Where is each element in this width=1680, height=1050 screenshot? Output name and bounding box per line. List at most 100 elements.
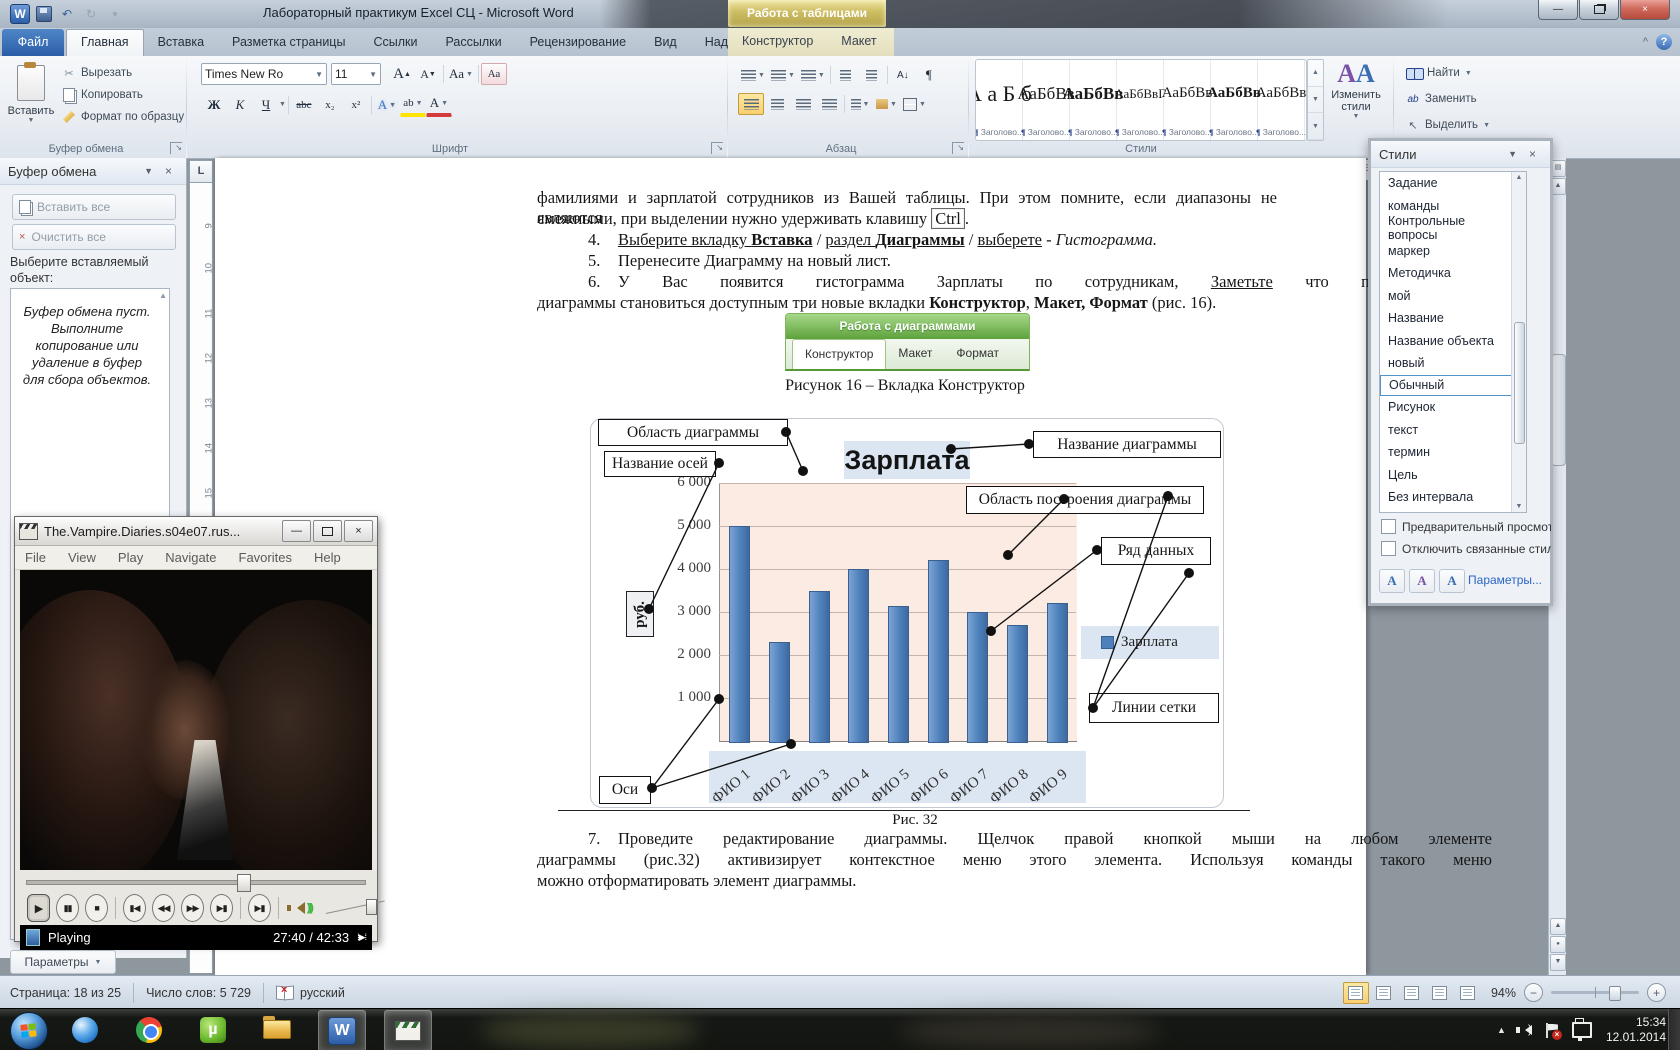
select-browse-object-button[interactable]: ● xyxy=(1550,936,1566,953)
borders-button[interactable]: ▼ xyxy=(900,93,929,115)
next-page-button[interactable]: ▼ xyxy=(1550,954,1566,971)
web-layout-view-button[interactable] xyxy=(1399,982,1425,1004)
next-button[interactable]: ▶▮ xyxy=(210,894,234,922)
previous-page-button[interactable]: ▲ xyxy=(1550,918,1566,935)
tab-constructor[interactable]: Конструктор xyxy=(728,28,827,56)
undo-button[interactable]: ↶ xyxy=(58,5,76,23)
tab-stop-selector[interactable]: L xyxy=(189,160,213,183)
player-menu-file[interactable]: File xyxy=(25,550,46,565)
numbering-button[interactable]: ▼ xyxy=(768,64,798,86)
shrink-font-button[interactable]: А ▼ xyxy=(415,63,441,85)
increase-indent-button[interactable] xyxy=(859,64,885,86)
paste-button[interactable]: Вставить ▼ xyxy=(4,60,58,150)
page-indicator[interactable]: Страница: 18 из 25 xyxy=(8,986,123,1000)
tab-Рассылки[interactable]: Рассылки xyxy=(431,29,515,56)
font-name-combobox[interactable]: Times New Ro ▼ xyxy=(201,63,327,85)
style-item-Задание[interactable]: Задание¶ xyxy=(1380,172,1526,195)
gallery-style-7[interactable]: АаБбВв ¶ Заголово... xyxy=(1256,60,1306,140)
change-styles-button[interactable]: АА Изменить стили ▼ xyxy=(1327,59,1385,147)
strikethrough-button[interactable]: abc xyxy=(291,94,317,116)
gallery-up-button[interactable]: ▲ xyxy=(1308,60,1323,87)
highlight-color-button[interactable]: ab ▼ xyxy=(399,92,426,117)
tab-file[interactable]: Файл xyxy=(2,29,64,56)
styles-scroll-up-icon[interactable]: ▲ xyxy=(1512,174,1526,181)
network-icon[interactable] xyxy=(1571,1018,1592,1041)
style-inspector-button[interactable]: А xyxy=(1409,569,1435,593)
align-right-button[interactable] xyxy=(790,93,816,115)
bold-button[interactable]: Ж xyxy=(201,94,227,116)
start-button[interactable] xyxy=(10,1012,48,1050)
style-item-текст[interactable]: текст¶ xyxy=(1380,419,1526,442)
shading-button[interactable]: ▼ xyxy=(873,93,900,115)
text-effects-button[interactable]: А ▼ xyxy=(374,94,400,116)
preview-checkbox[interactable]: Предварительный просмотр xyxy=(1381,519,1551,534)
gallery-style-5[interactable]: АаБбВв ¶ Заголово... xyxy=(1162,60,1212,140)
style-item-маркер[interactable]: маркер¶ xyxy=(1380,240,1526,263)
style-item-Название объекта[interactable]: Название объекта¶ xyxy=(1380,330,1526,353)
superscript-button[interactable]: х² xyxy=(343,94,369,116)
taskbar-word-icon[interactable]: W xyxy=(318,1010,366,1050)
stop-button[interactable]: ■ xyxy=(85,894,109,922)
show-marks-button[interactable]: ¶ xyxy=(916,64,942,86)
tab-Вид[interactable]: Вид xyxy=(640,29,691,56)
subscript-button[interactable]: х₂ xyxy=(317,94,343,116)
line-spacing-button[interactable]: ▼ xyxy=(847,93,873,115)
tab-Рецензирование[interactable]: Рецензирование xyxy=(516,29,641,56)
italic-button[interactable]: К xyxy=(227,94,253,116)
spellcheck-icon[interactable]: × xyxy=(276,984,294,1000)
player-titlebar[interactable]: The.Vampire.Diaries.s04e07.rus... — × xyxy=(15,517,377,546)
gallery-style-6[interactable]: АаБбВв ¶ Заголово... xyxy=(1207,60,1261,140)
clear-formatting-button[interactable]: Аа xyxy=(480,63,507,85)
change-case-button[interactable]: Аа ▼ xyxy=(446,63,476,85)
action-center-icon[interactable]: × xyxy=(1545,1022,1562,1040)
word-app-icon[interactable]: W xyxy=(10,4,30,24)
zoom-in-button[interactable]: + xyxy=(1647,983,1666,1002)
rew-button[interactable]: ◀◀ xyxy=(152,894,176,922)
clipboard-scroll-up-icon[interactable]: ▲ xyxy=(159,291,167,300)
bullets-button[interactable]: ▼ xyxy=(738,64,768,86)
tab-layout[interactable]: Макет xyxy=(827,28,890,56)
seek-bar[interactable] xyxy=(20,873,372,892)
cut-button[interactable]: ✂ Вырезать xyxy=(58,62,188,84)
style-item-термин[interactable]: терминa xyxy=(1380,441,1526,464)
customize-qat-button[interactable]: ▼ xyxy=(106,5,124,23)
word-count[interactable]: Число слов: 5 729 xyxy=(144,986,253,1000)
align-left-button[interactable] xyxy=(738,93,764,115)
zoom-level[interactable]: 94% xyxy=(1491,986,1516,1000)
player-menu-help[interactable]: Help xyxy=(314,550,341,565)
find-button[interactable]: Найти ▼ xyxy=(1402,62,1494,84)
gallery-down-button[interactable]: ▼ xyxy=(1308,87,1323,114)
step-button[interactable]: ▶▮ xyxy=(247,894,271,922)
taskbar-chrome-icon[interactable] xyxy=(126,1010,172,1050)
taskbar-utorrent-icon[interactable]: µ xyxy=(190,1010,236,1050)
style-item-Методичка[interactable]: Методичка¶ xyxy=(1380,262,1526,285)
player-menu-play[interactable]: Play xyxy=(118,550,143,565)
font-size-combobox[interactable]: 11 ▼ xyxy=(331,63,381,85)
gallery-style-1[interactable]: А а Б б¶ Заголово... xyxy=(976,60,1032,140)
multilevel-list-button[interactable]: ▼ xyxy=(798,64,828,86)
outline-view-button[interactable] xyxy=(1427,982,1453,1004)
pane-close-icon[interactable]: × xyxy=(159,164,178,178)
style-item-Название[interactable]: Название¶ xyxy=(1380,307,1526,330)
show-desktop-button[interactable] xyxy=(1668,1009,1680,1050)
grow-font-button[interactable]: А ▲ xyxy=(389,63,415,85)
paste-all-button[interactable]: Вставить все xyxy=(12,194,176,220)
volume-thumb[interactable] xyxy=(365,899,377,915)
tab-Главная[interactable]: Главная xyxy=(66,29,144,56)
gallery-style-3[interactable]: АаБбВв ¶ Заголово... xyxy=(1063,60,1123,140)
zoom-thumb[interactable] xyxy=(1609,986,1621,1001)
volume-slider[interactable] xyxy=(325,897,385,919)
paragraph-dialog-launcher[interactable]: ↘ xyxy=(952,142,964,154)
underline-dropdown[interactable]: ▼ xyxy=(279,101,286,108)
prev-button[interactable]: ▮◀ xyxy=(122,894,146,922)
fullscreen-reading-view-button[interactable] xyxy=(1371,982,1397,1004)
styles-scroll-thumb[interactable] xyxy=(1514,322,1525,444)
seek-thumb[interactable] xyxy=(237,873,252,892)
player-menu-navigate[interactable]: Navigate xyxy=(165,550,216,565)
select-button[interactable]: ↖ Выделить ▼ xyxy=(1402,114,1494,136)
help-icon[interactable]: ? xyxy=(1656,34,1672,50)
tab-Разметка страницы[interactable]: Разметка страницы xyxy=(218,29,359,56)
disable-linked-checkbox[interactable]: Отключить связанные стили xyxy=(1381,541,1551,556)
draft-view-button[interactable] xyxy=(1455,982,1481,1004)
styles-options-link[interactable]: Параметры... xyxy=(1468,573,1542,587)
